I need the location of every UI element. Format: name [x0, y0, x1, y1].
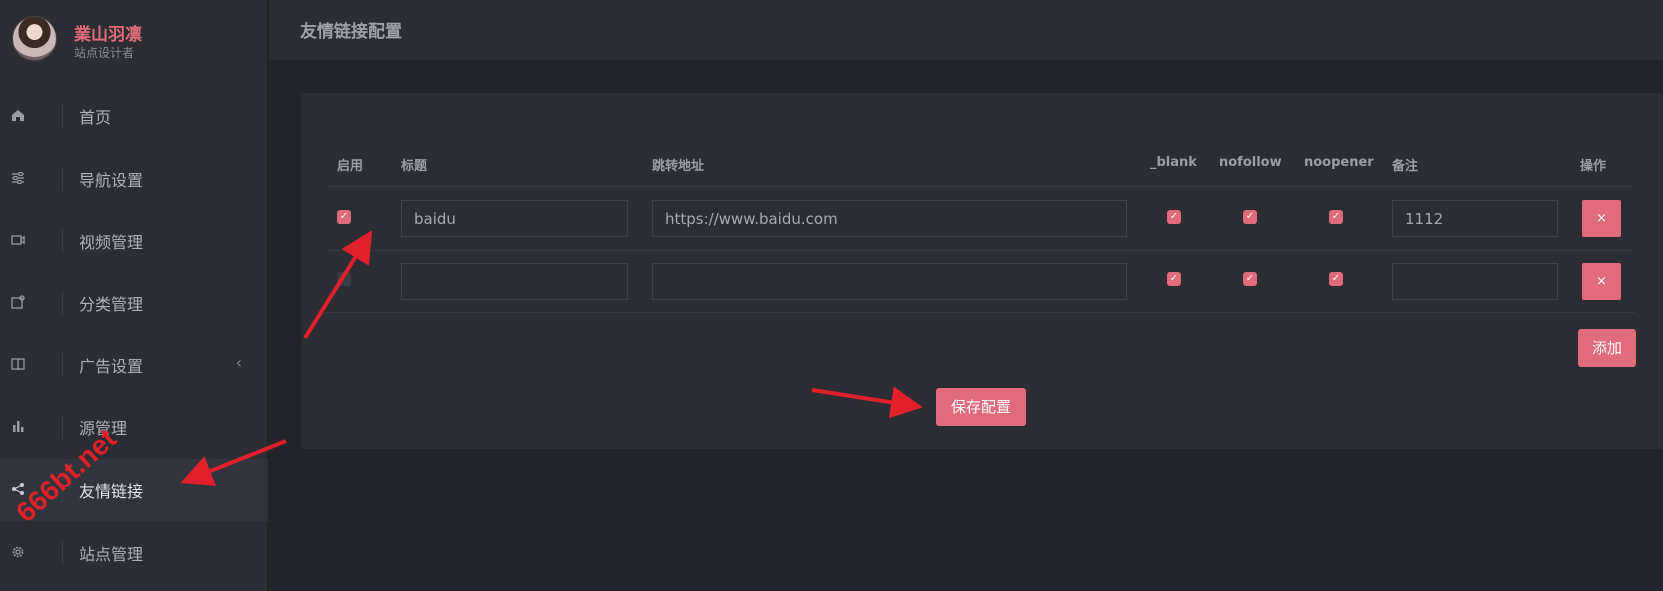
nav-divider: [62, 415, 63, 439]
delete-row-button[interactable]: ×: [1582, 200, 1621, 237]
nav-divider: [62, 104, 63, 128]
nav-divider: [62, 353, 63, 377]
column-header-title: 标题: [401, 159, 428, 174]
noopener-checkbox[interactable]: ✓: [1329, 272, 1343, 286]
nav-divider: [62, 291, 63, 315]
row-divider: [326, 250, 1635, 251]
column-header-noopener: noopener: [1304, 155, 1374, 170]
url-input[interactable]: [652, 200, 1127, 237]
column-header-enabled: 启用: [337, 159, 364, 174]
bar-chart-icon: [13, 421, 24, 432]
add-button[interactable]: 添加: [1578, 329, 1636, 367]
sidebar-item-home[interactable]: 首页: [0, 85, 268, 147]
sidebar-item-label: 广告设置: [79, 357, 144, 376]
book-icon: [11, 358, 25, 371]
video-icon: [11, 235, 25, 245]
gear-icon: [12, 546, 24, 558]
save-config-button[interactable]: 保存配置: [936, 388, 1026, 426]
friend-links-card: 启用 标题 跳转地址 _blank nofollow noopener 备注 操…: [301, 93, 1662, 449]
profile-role: 站点设计者: [74, 46, 135, 60]
title-input[interactable]: [401, 200, 628, 237]
blank-checkbox[interactable]: ✓: [1167, 210, 1181, 224]
header: 友情链接配置: [269, 0, 1663, 60]
sidebar-item-navigation[interactable]: 导航设置: [0, 148, 268, 210]
noopener-checkbox[interactable]: ✓: [1329, 210, 1343, 224]
sidebar-item-label: 友情链接: [79, 482, 144, 501]
sidebar-item-label: 站点管理: [79, 545, 144, 564]
avatar[interactable]: [12, 16, 57, 61]
row-enabled-checkbox[interactable]: ✓: [337, 272, 351, 286]
delete-row-button[interactable]: ×: [1582, 263, 1621, 300]
column-header-action: 操作: [1580, 159, 1607, 174]
column-header-remark: 备注: [1392, 159, 1419, 174]
blank-checkbox[interactable]: ✓: [1167, 272, 1181, 286]
nofollow-checkbox[interactable]: ✓: [1243, 272, 1257, 286]
category-icon: [11, 295, 25, 309]
user-profile: 業山羽凛 站点设计者: [12, 16, 262, 62]
sidebar-item-label: 首页: [79, 108, 112, 127]
sliders-icon: [12, 172, 24, 184]
column-header-nofollow: nofollow: [1219, 155, 1282, 170]
sidebar-item-ads[interactable]: 广告设置 ‹: [0, 334, 268, 396]
sidebar-item-label: 导航设置: [79, 171, 144, 190]
row-enabled-checkbox[interactable]: ✓: [337, 210, 351, 224]
sidebar-item-label: 分类管理: [79, 295, 144, 314]
sidebar-item-site[interactable]: 站点管理: [0, 522, 268, 584]
nav-divider: [62, 541, 63, 565]
chevron-left-icon[interactable]: ‹: [236, 353, 242, 372]
nav-divider: [62, 229, 63, 253]
sidebar-item-source[interactable]: 源管理: [0, 396, 268, 458]
remark-input[interactable]: [1392, 200, 1558, 237]
url-input[interactable]: [652, 263, 1127, 300]
remark-input[interactable]: [1392, 263, 1558, 300]
sidebar-item-category[interactable]: 分类管理: [0, 272, 268, 334]
column-header-url: 跳转地址: [652, 159, 705, 174]
nav-divider: [62, 167, 63, 191]
profile-name: 業山羽凛: [74, 25, 142, 45]
home-icon: [12, 110, 24, 121]
nofollow-checkbox[interactable]: ✓: [1243, 210, 1257, 224]
row-divider: [326, 312, 1635, 313]
page-title: 友情链接配置: [300, 22, 402, 42]
sidebar-item-label: 视频管理: [79, 233, 144, 252]
column-header-blank: _blank: [1150, 155, 1197, 170]
header-divider: [326, 186, 1635, 187]
sidebar-item-video[interactable]: 视频管理: [0, 210, 268, 272]
title-input[interactable]: [401, 263, 628, 300]
